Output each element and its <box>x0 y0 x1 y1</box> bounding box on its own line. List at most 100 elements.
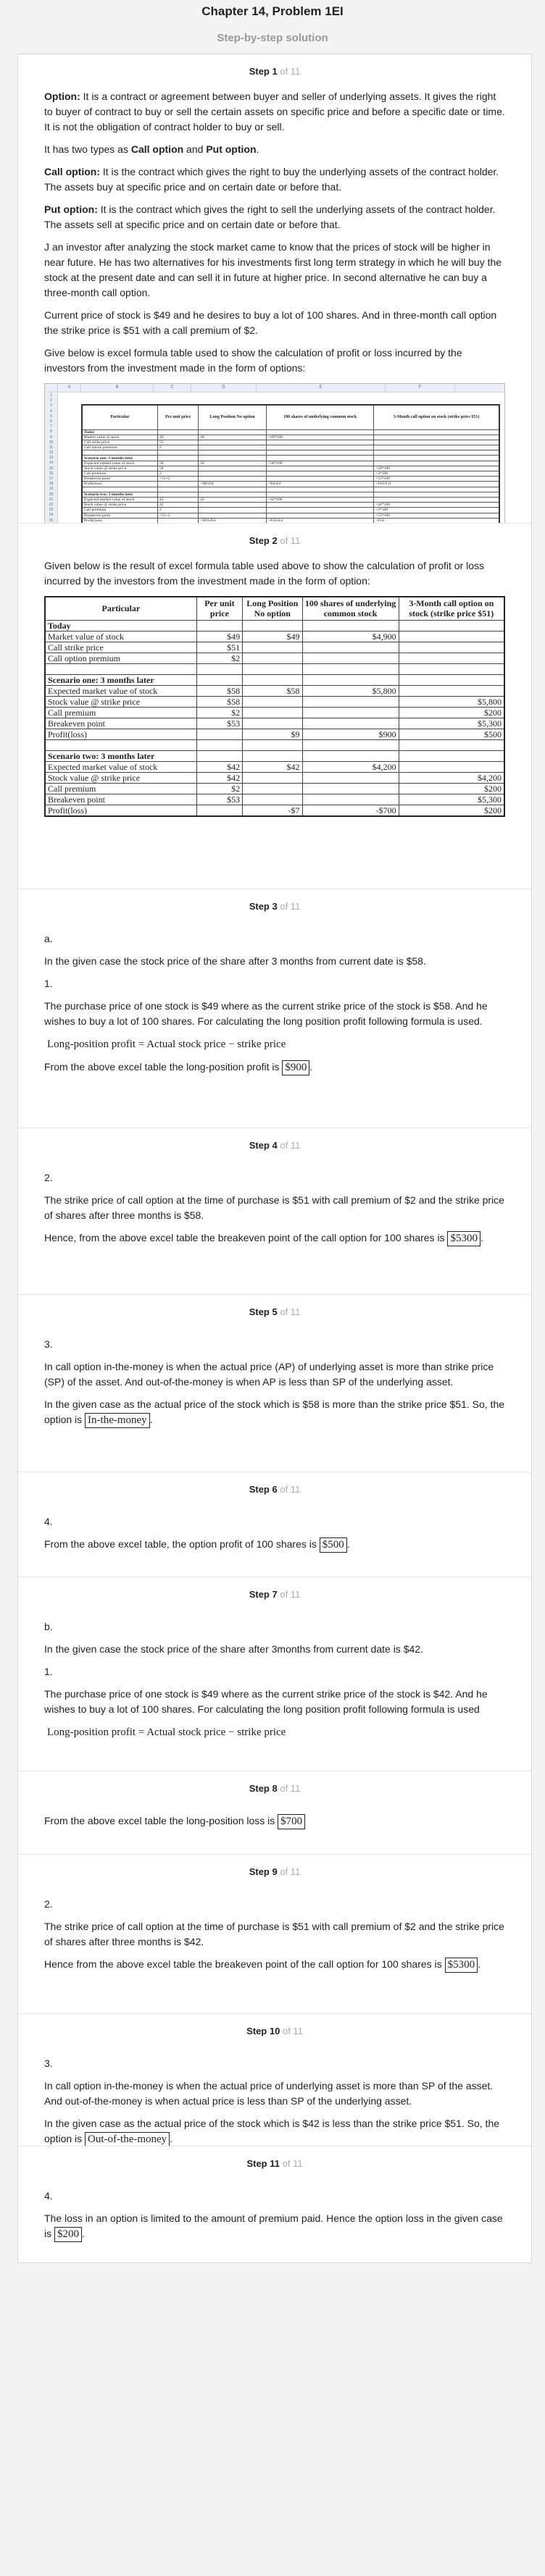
answer-box: Out-of-the-money <box>85 2132 170 2146</box>
table-cell: Profit(loss) <box>81 481 159 487</box>
table-row: Breakeven point =51+2 =53*100 <box>81 476 500 482</box>
step-header: Step 9 of 11 <box>44 1855 505 1889</box>
table-row: Profit(loss) =D16-D4 =E16-E4 =F18 <box>81 517 500 523</box>
table-cell <box>242 739 303 751</box>
text: . <box>480 1232 483 1243</box>
table-row: Call strike price $51 <box>44 641 505 653</box>
table-cell <box>301 782 399 794</box>
table-cell <box>301 706 399 718</box>
table-header-cell: 100 shares of underlying common stock <box>266 404 375 430</box>
paragraph: 3. <box>44 2057 53 2069</box>
step-word: Step <box>249 66 270 77</box>
table-cell <box>198 429 267 435</box>
table-cell <box>196 750 244 762</box>
paragraph: The purchase price of one stock is $49 w… <box>44 1688 488 1715</box>
table-row: Expected market value of stock 42 42 =42*10… <box>81 496 500 503</box>
table-cell: $42 <box>196 771 244 784</box>
excel-row-number: 12 <box>49 450 54 456</box>
table-header-cell: Per unit price <box>196 596 244 621</box>
paragraph: In call option in-the-money is when the … <box>44 2080 494 2107</box>
table-cell: Call strike price <box>81 439 159 446</box>
page-title: Chapter 14, Problem 1EI <box>201 4 344 18</box>
table-cell: Stock value @ strike price <box>44 695 197 708</box>
step-9: Step 9 of 11 2. The strike price of call… <box>18 1855 531 2014</box>
excel-row-headers: 1 2 3 4 5 6 7 8 9 10 11 12 13 14 15 16 17 18 19 20 21 22 23 24 2… <box>45 393 58 523</box>
paragraph: 4. <box>44 1516 53 1527</box>
table-row: Expected market value of stock $58 $58 $5,8… <box>44 684 505 697</box>
table-row: Breakeven point $53 $5,300 <box>44 717 505 729</box>
table-cell: Today <box>81 429 159 435</box>
step-header: Step 8 of 11 <box>44 1771 505 1806</box>
step-3: Step 3 of 11 a. In the given case the st… <box>18 889 531 1128</box>
table-cell <box>301 641 399 653</box>
table-cell: $4,200 <box>301 760 399 773</box>
table-header-cell: Per unit price <box>157 404 199 430</box>
text: It has two types as <box>44 143 131 155</box>
table-cell: =F10-F11 <box>373 481 500 487</box>
table-cell <box>44 739 197 751</box>
table-cell: -$700 <box>301 804 399 816</box>
table-cell <box>266 465 375 472</box>
table-cell: Call strike price <box>44 641 197 653</box>
paragraph: 2. <box>44 1172 53 1183</box>
step-number: 6 <box>272 1484 278 1495</box>
table-cell <box>398 674 505 686</box>
step-number: 8 <box>272 1783 278 1794</box>
text: Hence from the above excel table the bre… <box>44 1958 442 1970</box>
table-row: Stock value @ strike price 42 =42*100 <box>81 502 500 508</box>
table-cell <box>266 507 375 513</box>
step-of-total: of 11 <box>280 1484 301 1495</box>
table-cell <box>157 517 199 523</box>
table-cell <box>266 512 375 519</box>
term-bold: Put option: <box>44 204 98 215</box>
table-cell: Call premium <box>81 507 159 513</box>
term-bold: Call option: <box>44 166 100 177</box>
excel-row-number: 5 <box>50 414 52 419</box>
text: The loss in an option is limited to the … <box>44 2212 503 2239</box>
excel-column-letter <box>45 384 58 392</box>
paragraph: Call option: It is the contract which gi… <box>44 164 505 195</box>
table-cell: Expected market value of stock <box>44 760 197 773</box>
formula: Long-position profit = Actual stock pric… <box>47 1039 286 1050</box>
step-of-total: of 11 <box>280 1306 301 1317</box>
table-cell <box>266 455 375 461</box>
table-cell: =58*100 <box>266 460 375 466</box>
term-bold: Put option <box>206 143 257 155</box>
step-header: Step 3 of 11 <box>44 889 505 924</box>
table-cell <box>373 450 500 456</box>
table-cell <box>198 465 267 472</box>
table-cell: =42*100 <box>373 502 500 508</box>
table-cell: $2 <box>196 706 244 718</box>
excel-column-headers: ABCDEF <box>45 384 504 393</box>
paragraph: From the above excel table the long-posi… <box>44 1060 505 1075</box>
table-cell: =53*100 <box>373 476 500 482</box>
table-cell: Scenario two: 3 months later <box>44 750 197 762</box>
table-row: Call option premium $2 <box>44 652 505 664</box>
table-cell <box>266 476 375 482</box>
answer-box: $5300 <box>447 1231 480 1246</box>
paragraph: In the given case as the actual price of… <box>44 2116 505 2146</box>
table-cell: $5,800 <box>301 684 399 697</box>
table-cell <box>242 663 303 675</box>
table-row: Profit(loss) =D8-D4 =E8-E4 =F10-F11 <box>81 481 500 487</box>
table-cell: $4,200 <box>398 771 505 784</box>
step-8: Step 8 of 11 From the above excel table … <box>18 1771 531 1855</box>
table-cell <box>198 445 267 451</box>
text: . <box>256 143 259 155</box>
step-number: 7 <box>272 1589 278 1600</box>
table-cell <box>196 804 244 816</box>
step-number: 1 <box>272 66 278 77</box>
table-cell <box>196 739 244 751</box>
table-cell <box>301 619 399 632</box>
paragraph: Hence from the above excel table the bre… <box>44 1957 505 1973</box>
text: . <box>82 2228 85 2239</box>
paragraph: Give below is excel formula table used t… <box>44 347 462 374</box>
table-cell <box>198 450 267 456</box>
table-cell: Breakeven point <box>44 717 197 729</box>
text: Hence, from the above excel table the br… <box>44 1232 448 1243</box>
excel-row-number: 10 <box>49 440 54 445</box>
table-cell <box>198 502 267 508</box>
table-cell <box>266 445 375 451</box>
table-header-cell: Particular <box>44 596 197 621</box>
table-cell <box>196 619 244 632</box>
